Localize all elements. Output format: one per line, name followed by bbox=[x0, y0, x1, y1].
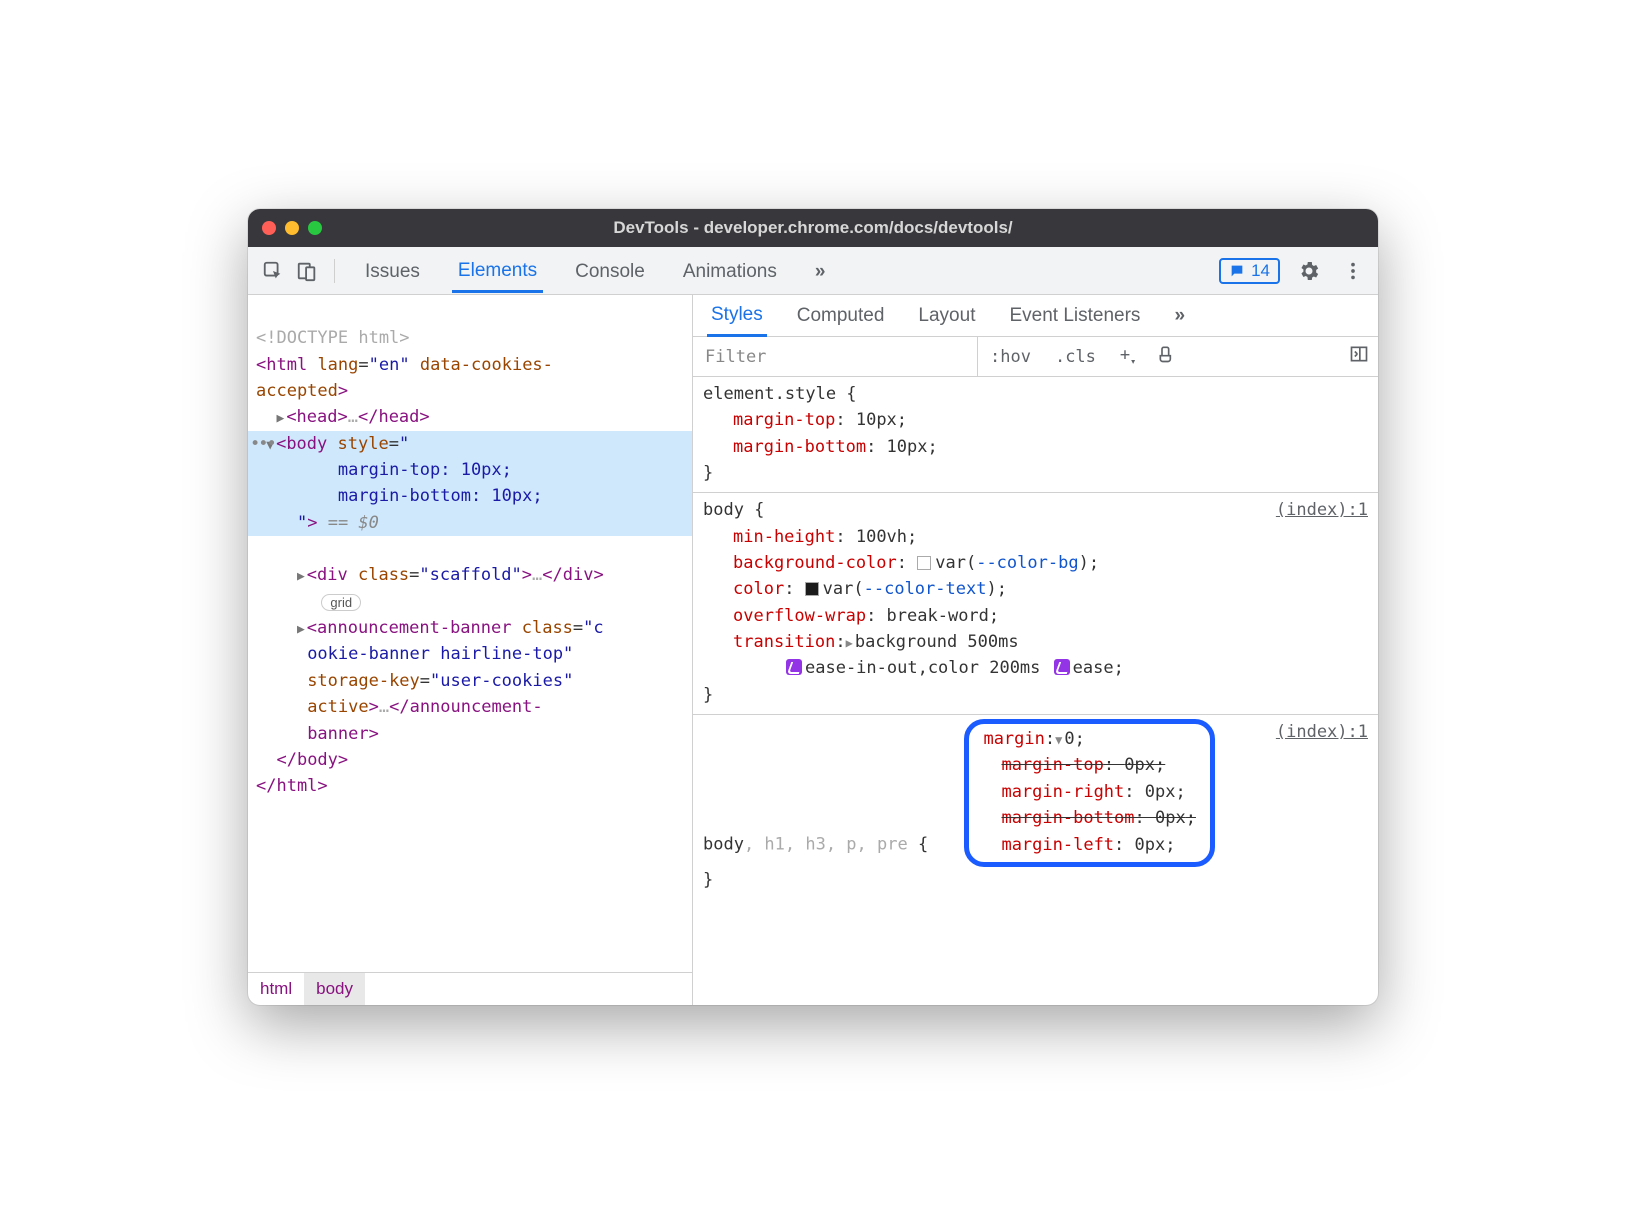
chat-icon bbox=[1229, 263, 1245, 279]
declaration[interactable]: margin-top: 10px; bbox=[703, 407, 1368, 433]
longhand-declaration[interactable]: margin-top: 0px; bbox=[983, 752, 1196, 778]
declaration[interactable]: color: var(--color-text); bbox=[703, 576, 1368, 602]
source-link[interactable]: (index):1 bbox=[1276, 497, 1368, 523]
dom-tree[interactable]: <!DOCTYPE html> <html lang="en" data-coo… bbox=[248, 295, 692, 972]
color-swatch-icon[interactable] bbox=[917, 556, 931, 570]
subtab-layout[interactable]: Layout bbox=[914, 297, 979, 335]
rule-body-group[interactable]: (index):1 body, h1, h3, p, pre { margin:… bbox=[693, 715, 1378, 899]
expand-caret-icon[interactable] bbox=[297, 620, 305, 640]
toolbar-divider bbox=[334, 259, 335, 283]
tab-console[interactable]: Console bbox=[569, 251, 651, 291]
window-title: DevTools - developer.chrome.com/docs/dev… bbox=[262, 218, 1364, 238]
selected-body-node[interactable]: ••• <body style=" margin-top: 10px; marg… bbox=[248, 431, 692, 536]
declaration[interactable]: margin-bottom: 10px; bbox=[703, 434, 1368, 460]
html-open[interactable]: <html lang="en" data-cookies- accepted> bbox=[256, 355, 553, 401]
selector: element.style { bbox=[703, 384, 857, 404]
highlighted-declarations: margin:▼0; margin-top: 0px; margin-right… bbox=[964, 719, 1215, 867]
more-subtabs-icon[interactable]: » bbox=[1170, 297, 1189, 335]
tab-issues[interactable]: Issues bbox=[359, 251, 426, 291]
new-style-rule-button[interactable]: +▾ bbox=[1108, 345, 1148, 367]
declaration-cont: ease-in-out,color 200ms ease; bbox=[703, 655, 1368, 681]
styles-pane: Styles Computed Layout Event Listeners »… bbox=[693, 295, 1378, 1005]
devtools-window: DevTools - developer.chrome.com/docs/dev… bbox=[248, 209, 1378, 1005]
rule-element-style[interactable]: element.style { margin-top: 10px; margin… bbox=[693, 377, 1378, 493]
messages-count: 14 bbox=[1251, 261, 1270, 281]
toggle-sidebar-icon[interactable] bbox=[1340, 344, 1378, 369]
expand-caret-icon[interactable] bbox=[297, 567, 305, 587]
grid-badge[interactable]: grid bbox=[321, 594, 361, 611]
inspect-element-icon[interactable] bbox=[258, 256, 288, 286]
subtab-styles[interactable]: Styles bbox=[707, 296, 767, 337]
longhand-declaration[interactable]: margin-left: 0px; bbox=[983, 832, 1196, 858]
styles-filter-bar: :hov .cls +▾ bbox=[693, 337, 1378, 377]
maximize-window-button[interactable] bbox=[308, 221, 322, 235]
more-tabs-icon[interactable]: » bbox=[809, 251, 832, 291]
head-node[interactable]: <head> bbox=[286, 407, 347, 427]
html-close[interactable]: </html> bbox=[256, 776, 328, 796]
subtab-computed[interactable]: Computed bbox=[793, 297, 889, 335]
titlebar: DevTools - developer.chrome.com/docs/dev… bbox=[248, 209, 1378, 247]
subtab-event-listeners[interactable]: Event Listeners bbox=[1005, 297, 1144, 335]
close-window-button[interactable] bbox=[262, 221, 276, 235]
window-controls bbox=[262, 221, 322, 235]
longhand-declaration[interactable]: margin-right: 0px; bbox=[983, 779, 1196, 805]
declaration[interactable]: overflow-wrap: break-word; bbox=[703, 603, 1368, 629]
declaration[interactable]: background-color: var(--color-bg); bbox=[703, 550, 1368, 576]
panel-tabs: Issues Elements Console Animations » bbox=[359, 250, 831, 292]
elements-dom-pane: <!DOCTYPE html> <html lang="en" data-coo… bbox=[248, 295, 693, 1005]
toggle-class-button[interactable]: .cls bbox=[1043, 347, 1108, 367]
selector: body, h1, h3, p, pre { bbox=[703, 835, 928, 855]
styles-subtabs: Styles Computed Layout Event Listeners » bbox=[693, 295, 1378, 337]
longhand-declaration[interactable]: margin-bottom: 0px; bbox=[983, 805, 1196, 831]
rule-body[interactable]: (index):1 body { min-height: 100vh; back… bbox=[693, 493, 1378, 715]
color-swatch-icon[interactable] bbox=[805, 582, 819, 596]
source-link[interactable]: (index):1 bbox=[1276, 719, 1368, 745]
toggle-hover-button[interactable]: :hov bbox=[978, 347, 1043, 367]
bezier-swatch-icon[interactable] bbox=[1054, 659, 1070, 675]
paint-brush-icon[interactable] bbox=[1148, 344, 1186, 369]
more-options-icon[interactable] bbox=[1338, 256, 1368, 286]
device-toolbar-icon[interactable] bbox=[292, 256, 322, 286]
minimize-window-button[interactable] bbox=[285, 221, 299, 235]
styles-rules: element.style { margin-top: 10px; margin… bbox=[693, 377, 1378, 1005]
breadcrumb-body[interactable]: body bbox=[304, 973, 365, 1005]
body-close[interactable]: </body> bbox=[276, 750, 348, 770]
settings-icon[interactable] bbox=[1294, 256, 1324, 286]
main-toolbar: Issues Elements Console Animations » 14 bbox=[248, 247, 1378, 295]
bezier-swatch-icon[interactable] bbox=[786, 659, 802, 675]
tab-animations[interactable]: Animations bbox=[677, 251, 783, 291]
styles-filter-input[interactable] bbox=[693, 337, 978, 376]
declaration[interactable]: min-height: 100vh; bbox=[703, 524, 1368, 550]
doctype: <!DOCTYPE html> bbox=[256, 328, 410, 348]
messages-badge[interactable]: 14 bbox=[1219, 258, 1280, 284]
shorthand-declaration[interactable]: margin:▼0; bbox=[983, 726, 1196, 752]
selector: body { bbox=[703, 500, 764, 520]
tab-elements[interactable]: Elements bbox=[452, 250, 543, 293]
expand-caret-icon[interactable] bbox=[276, 409, 284, 429]
declaration[interactable]: transition:▶background 500ms bbox=[703, 629, 1368, 655]
dom-breadcrumb: html body bbox=[248, 972, 692, 1005]
breadcrumb-html[interactable]: html bbox=[248, 973, 304, 1005]
